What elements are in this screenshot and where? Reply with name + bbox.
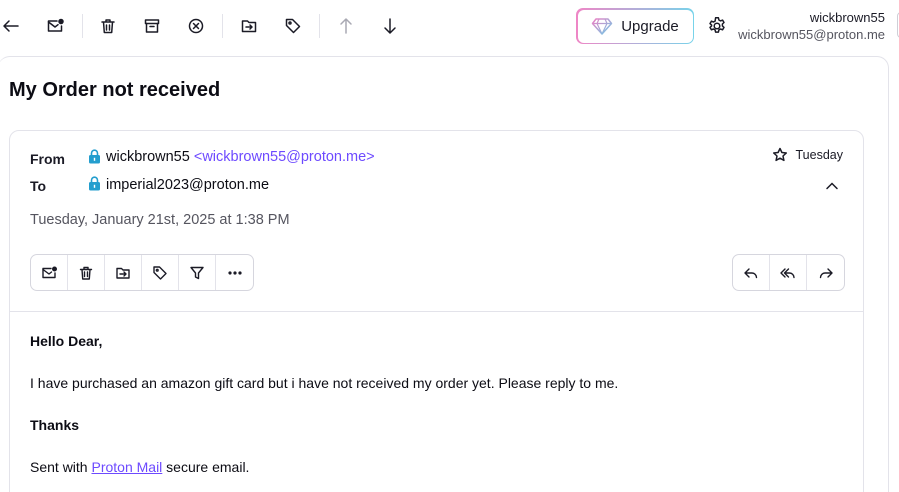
settings-button[interactable] bbox=[704, 13, 730, 39]
move-button[interactable] bbox=[105, 255, 142, 290]
label-button[interactable] bbox=[279, 12, 307, 40]
star-icon[interactable] bbox=[772, 147, 788, 163]
chevron-up-icon bbox=[826, 182, 838, 190]
gear-icon bbox=[709, 17, 725, 33]
forward-button[interactable] bbox=[807, 255, 844, 290]
message-card: From wickbrown55 <wickbrown55@proton.me>… bbox=[9, 130, 864, 492]
back-button[interactable] bbox=[0, 12, 25, 40]
trash-icon bbox=[101, 19, 115, 34]
proton-mail-link[interactable]: Proton Mail bbox=[91, 459, 162, 475]
sender-email: <wickbrown55@proton.me> bbox=[193, 149, 375, 165]
body-signature: Sent with Proton Mail secure email. bbox=[30, 459, 249, 475]
body-closing: Thanks bbox=[30, 417, 80, 433]
signature-prefix: Sent with bbox=[30, 459, 92, 475]
tag-icon bbox=[153, 265, 167, 280]
message-date: Tuesday, January 21st, 2025 at 1:38 PM bbox=[30, 212, 290, 228]
move-button[interactable] bbox=[235, 12, 263, 40]
spam-button[interactable] bbox=[182, 12, 210, 40]
to-label: To bbox=[30, 178, 47, 194]
reply-button[interactable] bbox=[733, 255, 770, 290]
divider bbox=[10, 311, 863, 312]
user-email: wickbrown55@proton.me bbox=[738, 27, 885, 42]
toolbar-separator bbox=[319, 14, 320, 38]
toolbar-separator bbox=[222, 14, 223, 38]
toolbar-separator bbox=[82, 14, 83, 38]
tag-icon bbox=[285, 18, 301, 34]
arrow-up-icon bbox=[340, 18, 352, 34]
mark-unread-button[interactable] bbox=[31, 255, 68, 290]
body-greeting: Hello Dear, bbox=[30, 333, 103, 349]
upgrade-button[interactable]: Upgrade bbox=[576, 8, 694, 44]
archive-button[interactable] bbox=[138, 12, 166, 40]
reply-all-icon bbox=[780, 267, 795, 278]
forward-icon bbox=[819, 267, 833, 278]
signature-suffix: secure email. bbox=[162, 459, 250, 475]
trash-button[interactable] bbox=[94, 12, 122, 40]
user-name: wickbrown55 bbox=[809, 10, 885, 25]
trash-icon bbox=[79, 266, 93, 280]
message-actions-left bbox=[30, 254, 254, 291]
upgrade-label: Upgrade bbox=[621, 17, 679, 35]
star-date: Tuesday bbox=[772, 147, 843, 163]
lock-icon bbox=[89, 149, 100, 164]
envelope-dot-icon bbox=[47, 18, 64, 32]
archive-icon bbox=[144, 19, 160, 33]
lock-icon bbox=[89, 176, 100, 191]
more-icon bbox=[227, 270, 242, 275]
diamond-icon bbox=[591, 18, 613, 35]
recipient[interactable]: imperial2023@proton.me bbox=[106, 177, 269, 193]
toolbar: Upgrade wickbrown55 wickbrown55@proton.m… bbox=[0, 0, 899, 52]
arrow-left-icon bbox=[3, 20, 19, 32]
from-label: From bbox=[30, 151, 65, 167]
envelope-dot-icon bbox=[42, 266, 57, 278]
body-paragraph: I have purchased an amazon gift card but… bbox=[30, 375, 619, 391]
reply-icon bbox=[744, 267, 758, 278]
short-date: Tuesday bbox=[795, 148, 843, 162]
message-subject: My Order not received bbox=[9, 79, 221, 101]
folder-arrow-icon bbox=[116, 267, 130, 279]
message-actions-right bbox=[732, 254, 845, 291]
filter-icon bbox=[190, 266, 204, 279]
previous-button[interactable] bbox=[332, 12, 360, 40]
sender-name: wickbrown55 bbox=[106, 149, 190, 165]
filter-button[interactable] bbox=[179, 255, 216, 290]
reply-all-button[interactable] bbox=[770, 255, 807, 290]
recipient-address: imperial2023@proton.me bbox=[106, 177, 270, 193]
circle-x-icon bbox=[188, 18, 204, 34]
trash-button[interactable] bbox=[68, 255, 105, 290]
sender[interactable]: wickbrown55 <wickbrown55@proton.me> bbox=[106, 149, 375, 165]
more-button[interactable] bbox=[216, 255, 253, 290]
arrow-down-icon bbox=[384, 18, 396, 34]
label-button[interactable] bbox=[142, 255, 179, 290]
mark-unread-button[interactable] bbox=[41, 12, 69, 40]
folder-arrow-icon bbox=[241, 20, 257, 33]
upgrade-button-inner: Upgrade bbox=[577, 9, 693, 43]
collapse-button[interactable] bbox=[825, 178, 841, 190]
next-button[interactable] bbox=[376, 12, 404, 40]
user-account-menu[interactable]: wickbrown55 wickbrown55@proton.me bbox=[738, 10, 885, 43]
